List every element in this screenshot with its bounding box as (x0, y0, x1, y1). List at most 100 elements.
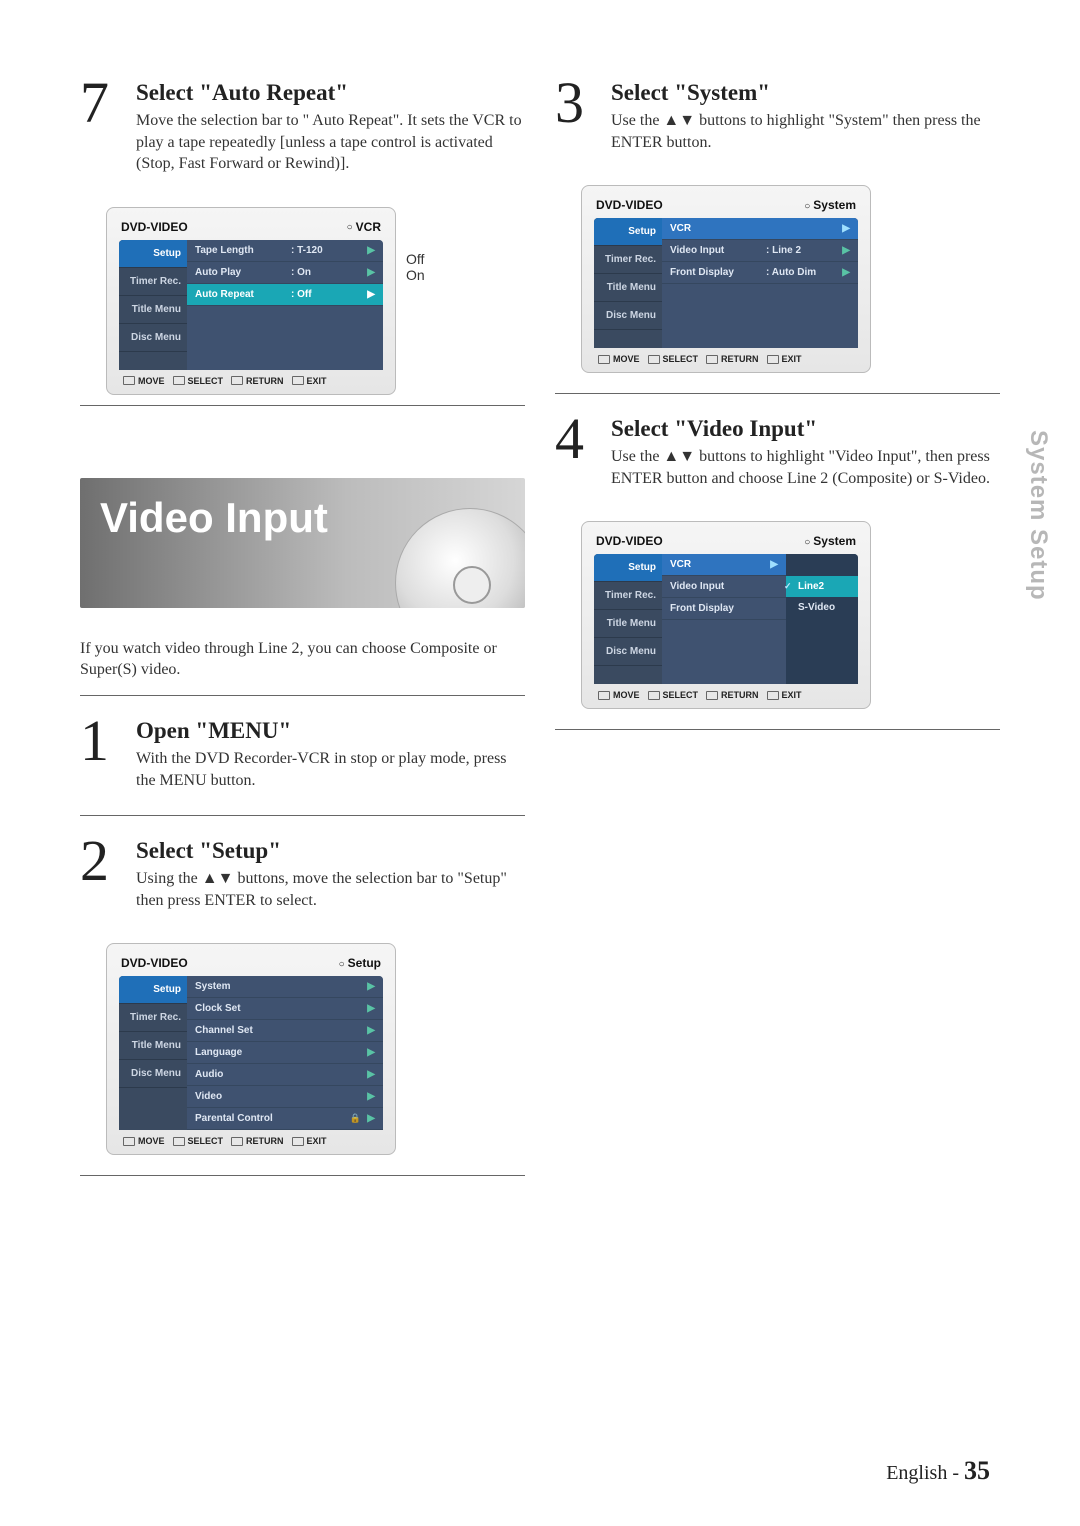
sidebar-item-disc-menu: Disc Menu (594, 302, 662, 330)
osd-system: DVD-VIDEO System Setup Timer Rec. Title … (581, 185, 871, 373)
osd-crumb: System (804, 198, 856, 212)
divider (555, 393, 1000, 394)
select-icon (173, 376, 185, 385)
sidebar-item-setup: Setup (594, 218, 662, 246)
video-input-hero: Video Input (80, 478, 525, 608)
sidebar-item-disc-menu: Disc Menu (594, 638, 662, 666)
osd-brand: DVD-VIDEO (596, 198, 663, 212)
caret-right-icon: ▶ (361, 289, 375, 300)
menu-row-video-input: Video Input: Line 2▶ (662, 240, 858, 262)
page-footer: English - 35 (886, 1456, 990, 1486)
sidebar-item-timer: Timer Rec. (119, 268, 187, 296)
sidebar-item-timer: Timer Rec. (594, 582, 662, 610)
step-desc: Use the ▲▼ buttons to highlight "System"… (611, 110, 1000, 153)
caret-right-icon: ▶ (361, 245, 375, 256)
option-svideo: S-Video (786, 597, 858, 618)
divider (80, 695, 525, 696)
step-title: Select "Auto Repeat" (136, 80, 525, 106)
popup-options: Line2 S-Video (786, 554, 858, 684)
step-title: Select "System" (611, 80, 1000, 106)
move-icon (123, 1137, 135, 1146)
divider (555, 729, 1000, 730)
osd-main: System▶ Clock Set▶ Channel Set▶ Language… (187, 976, 383, 1130)
caret-right-icon: ▶ (836, 245, 850, 256)
osd-brand: DVD-VIDEO (121, 220, 188, 234)
option-line2: Line2 (786, 576, 858, 597)
osd-setup: DVD-VIDEO Setup Setup Timer Rec. Title M… (106, 943, 396, 1155)
menu-row-language: Language▶ (187, 1042, 383, 1064)
menu-row-video: Video▶ (187, 1086, 383, 1108)
osd-sidebar: Setup Timer Rec. Title Menu Disc Menu (119, 976, 187, 1130)
sidebar-item-setup: Setup (594, 554, 662, 582)
osd-crumb: VCR (347, 220, 381, 234)
caret-right-icon: ▶ (361, 1113, 375, 1124)
page-number: 35 (964, 1456, 990, 1485)
step-title: Open "MENU" (136, 718, 525, 744)
osd-sidebar: Setup Timer Rec. Title Menu Disc Menu (594, 218, 662, 348)
osd-sidebar: Setup Timer Rec. Title Menu Disc Menu (119, 240, 187, 370)
menu-row-system: System▶ (187, 976, 383, 998)
step-number: 2 (80, 838, 136, 911)
exit-icon (767, 355, 779, 364)
osd-footer: MOVE SELECT RETURN EXIT (594, 348, 858, 366)
sidebar-item-timer: Timer Rec. (594, 246, 662, 274)
exit-icon (292, 376, 304, 385)
sidebar-item-disc-menu: Disc Menu (119, 1060, 187, 1088)
step-4: 4 Select "Video Input" Use the ▲▼ button… (555, 416, 1000, 489)
osd-brand: DVD-VIDEO (596, 534, 663, 548)
step-desc: Use the ▲▼ buttons to highlight "Video I… (611, 446, 1000, 489)
sidebar-item-title-menu: Title Menu (119, 1032, 187, 1060)
page: 7 Select "Auto Repeat" Move the selectio… (0, 0, 1080, 1198)
move-icon (123, 376, 135, 385)
caret-right-icon: ▶ (836, 223, 850, 234)
menu-row-clock-set: Clock Set▶ (187, 998, 383, 1020)
sidebar-item-setup: Setup (119, 976, 187, 1004)
menu-row-front-display: Front Display (662, 598, 786, 620)
select-icon (648, 355, 660, 364)
right-column: 3 Select "System" Use the ▲▼ buttons to … (555, 80, 1000, 1198)
step-desc: Move the selection bar to " Auto Repeat"… (136, 110, 525, 175)
osd-footer: MOVE SELECT RETURN EXIT (119, 370, 383, 388)
menu-row-auto-repeat: Auto Repeat : Off ▶ (187, 284, 383, 306)
sidebar-item-title-menu: Title Menu (119, 296, 187, 324)
section-tab-label: System Setup (1024, 430, 1052, 601)
osd-crumb: Setup (339, 956, 381, 970)
select-icon (648, 691, 660, 700)
osd-footer: MOVE SELECT RETURN EXIT (594, 684, 858, 702)
osd-main: VCR▶ Video Input: Line 2▶ Front Display:… (662, 218, 858, 348)
caret-right-icon: ▶ (361, 1025, 375, 1036)
divider (80, 815, 525, 816)
step-number: 1 (80, 718, 136, 791)
menu-row-vcr-header: VCR▶ (662, 554, 786, 576)
menu-row-tape-length: Tape Length : T-120 ▶ (187, 240, 383, 262)
select-icon (173, 1137, 185, 1146)
lock-icon: 🔒 (350, 1113, 361, 1124)
step-number: 4 (555, 416, 611, 489)
osd-video-input: DVD-VIDEO System Setup Timer Rec. Title … (581, 521, 871, 709)
sidebar-item-disc-menu: Disc Menu (119, 324, 187, 352)
osd-footer: MOVE SELECT RETURN EXIT (119, 1130, 383, 1148)
caret-right-icon: ▶ (836, 267, 850, 278)
return-icon (706, 355, 718, 364)
menu-row-vcr-header: VCR▶ (662, 218, 858, 240)
osd-7-wrap: DVD-VIDEO VCR Setup Timer Rec. Title Men… (80, 189, 525, 395)
step-2: 2 Select "Setup" Using the ▲▼ buttons, m… (80, 838, 525, 911)
menu-row-parental-control: Parental Control🔒▶ (187, 1108, 383, 1130)
step-title: Select "Setup" (136, 838, 525, 864)
sidebar-item-timer: Timer Rec. (119, 1004, 187, 1032)
move-icon (598, 691, 610, 700)
caret-right-icon: ▶ (361, 981, 375, 992)
footer-language: English - (886, 1462, 964, 1484)
menu-row-front-display: Front Display: Auto Dim▶ (662, 262, 858, 284)
move-icon (598, 355, 610, 364)
step-number: 3 (555, 80, 611, 153)
step-desc: Using the ▲▼ buttons, move the selection… (136, 868, 525, 911)
return-icon (231, 376, 243, 385)
caret-right-icon: ▶ (361, 1003, 375, 1014)
step-7: 7 Select "Auto Repeat" Move the selectio… (80, 80, 525, 175)
callout-off: Off (406, 251, 424, 267)
divider (80, 1175, 525, 1176)
return-icon (231, 1137, 243, 1146)
left-column: 7 Select "Auto Repeat" Move the selectio… (80, 80, 525, 1198)
caret-right-icon: ▶ (361, 1069, 375, 1080)
